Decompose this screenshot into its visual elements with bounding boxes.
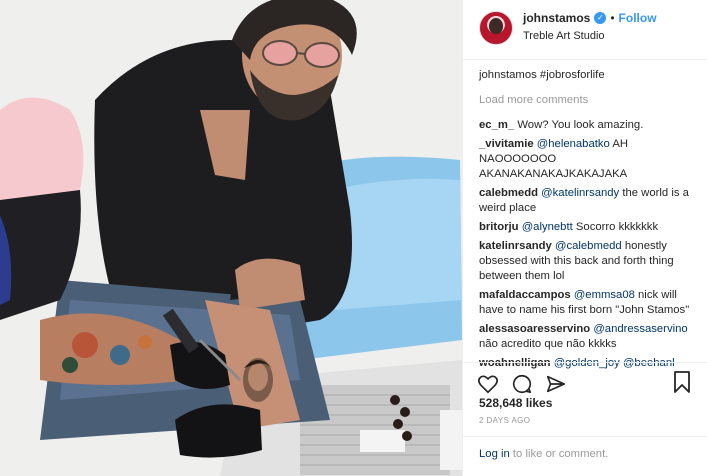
comment: katelinrsandy @calebmedd honestly obsess… xyxy=(479,239,693,284)
comments-list: johnstamos #jobrosforlife Load more comm… xyxy=(463,60,707,371)
post-timestamp: 2 DAYS AGO xyxy=(479,416,531,425)
comment-username[interactable]: _vivitamie xyxy=(479,138,534,150)
comment-text: Wow? You look amazing. xyxy=(514,119,644,131)
post-side-panel: johnstamos ✓ • Follow Treble Art Studio … xyxy=(462,0,707,476)
comment: mafaldaccampos @emmsa08 nick will have t… xyxy=(479,288,693,318)
share-arrow-icon[interactable] xyxy=(545,373,567,395)
avatar[interactable] xyxy=(479,11,513,45)
comment-mention[interactable]: @helenabatko xyxy=(537,138,610,150)
follow-button[interactable]: Follow xyxy=(619,10,657,26)
comment-mention[interactable]: @andressaservino xyxy=(593,323,687,335)
login-link[interactable]: Log in xyxy=(479,448,510,460)
comment-mention[interactable]: @emmsa08 xyxy=(574,289,635,301)
comment-username[interactable]: britorju xyxy=(479,221,519,233)
comment-username[interactable]: calebmedd xyxy=(479,187,538,199)
comment: calebmedd @katelinrsandy the world is a … xyxy=(479,186,693,216)
comment-text: não acredito que não kkkks xyxy=(479,338,617,350)
tattoo-photo-illustration xyxy=(0,0,462,476)
comment-username[interactable]: alessasoaresservino xyxy=(479,323,590,335)
caption-username[interactable]: johnstamos xyxy=(479,69,537,81)
login-prompt-text: to like or comment. xyxy=(509,448,609,460)
header-text: johnstamos ✓ • Follow Treble Art Studio xyxy=(523,10,657,44)
action-bar xyxy=(463,362,707,398)
comment-username[interactable]: katelinrsandy xyxy=(479,240,552,252)
post-caption: johnstamos #jobrosforlife xyxy=(479,68,693,83)
heart-icon[interactable] xyxy=(477,373,499,395)
caption-text[interactable]: #jobrosforlife xyxy=(540,69,605,81)
comment-username[interactable]: mafaldaccampos xyxy=(479,289,571,301)
load-more-comments-button[interactable]: Load more comments xyxy=(479,93,693,108)
comment: ec_m_ Wow? You look amazing. xyxy=(479,118,693,133)
comment-username[interactable]: ec_m_ xyxy=(479,119,514,131)
post-header: johnstamos ✓ • Follow Treble Art Studio xyxy=(463,0,707,60)
header-user-row: johnstamos ✓ • Follow xyxy=(523,10,657,26)
bookmark-icon[interactable] xyxy=(674,371,696,393)
comment: alessasoaresservino @andressaservino não… xyxy=(479,322,693,352)
comment-bubble-icon[interactable] xyxy=(511,373,533,395)
comment-text: Socorro kkkkkkk xyxy=(572,221,659,233)
location-link[interactable]: Treble Art Studio xyxy=(523,28,657,44)
comment-mention[interactable]: @katelinrsandy xyxy=(541,187,619,199)
comment: _vivitamie @helenabatko AH NAOOOOOOO AKA… xyxy=(479,137,693,182)
post-photo[interactable] xyxy=(0,0,462,476)
comment: britorju @alynebtt Socorro kkkkkkk xyxy=(479,220,693,235)
login-prompt: Log in to like or comment. xyxy=(463,436,707,476)
separator-dot: • xyxy=(610,11,615,25)
comment-mention[interactable]: @calebmedd xyxy=(555,240,622,252)
header-username[interactable]: johnstamos xyxy=(523,10,590,26)
likes-count[interactable]: 528,648 likes xyxy=(479,396,552,410)
comment-mention[interactable]: @alynebtt xyxy=(522,221,573,233)
verified-badge-icon: ✓ xyxy=(594,12,607,24)
